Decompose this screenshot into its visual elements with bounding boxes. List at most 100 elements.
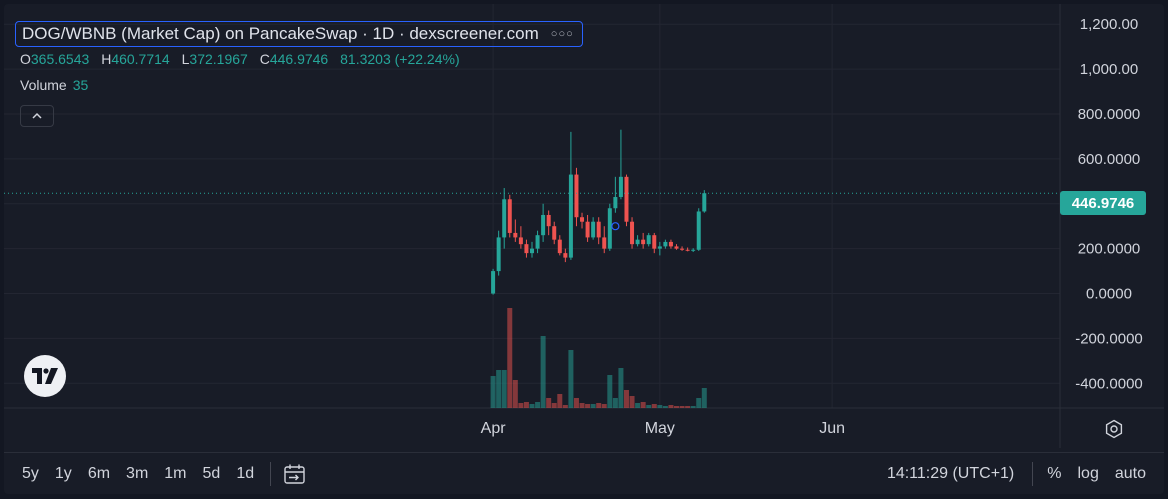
open-value: 365.6543	[30, 51, 90, 67]
range-3m-button[interactable]: 3m	[118, 465, 156, 483]
candle-body	[602, 237, 607, 249]
volume-bar	[568, 350, 574, 408]
volume-bar	[629, 396, 635, 408]
volume-bar	[635, 403, 641, 408]
volume-bar	[690, 406, 696, 408]
close-value: 446.9746	[269, 51, 329, 67]
volume-bar	[585, 404, 591, 408]
y-tick-label: 1,200.00	[1080, 16, 1138, 33]
price-chart[interactable]: 1,200.00 1,000.00 800.0000 600.0000 200.0000…	[4, 4, 1164, 494]
tradingview-logo-icon	[32, 368, 58, 384]
toolbar-divider	[1032, 462, 1034, 486]
candle-body	[696, 211, 701, 250]
high-key: H	[101, 51, 112, 67]
chart-settings-button[interactable]	[1102, 417, 1126, 441]
volume-bar	[662, 406, 668, 408]
volume-bar	[701, 388, 707, 408]
candle-body	[674, 246, 679, 249]
y-tick-label: -200.0000	[1075, 330, 1143, 347]
volume-bar	[523, 402, 529, 408]
volume-bar	[507, 308, 513, 408]
candle-body	[524, 244, 529, 254]
volume-bar	[501, 370, 507, 408]
symbol-title: DOG/WBNB (Market Cap) on PancakeSwap · 1…	[22, 24, 539, 43]
candle-body	[668, 241, 673, 247]
volume-bar	[540, 336, 546, 408]
volume-label: Volume	[20, 77, 67, 93]
candle-body	[502, 199, 507, 238]
candle-body	[685, 249, 690, 251]
volume-legend[interactable]: Volume 35	[20, 77, 88, 93]
candle-body	[491, 271, 496, 294]
volume-bar	[607, 375, 613, 408]
candle-body	[702, 193, 707, 212]
calendar-icon	[284, 464, 305, 484]
candle-body	[546, 214, 551, 227]
range-6m-button[interactable]: 6m	[80, 465, 118, 483]
range-1d-button[interactable]: 1d	[228, 465, 262, 483]
y-tick-label: 800.0000	[1078, 106, 1141, 123]
volume-bar	[573, 398, 579, 408]
clock-readout[interactable]: 14:11:29 (UTC+1)	[887, 465, 1014, 483]
candle-body	[680, 248, 685, 250]
candle-body	[591, 221, 596, 238]
volume-bar	[590, 404, 596, 408]
tradingview-logo[interactable]	[24, 355, 66, 397]
low-value: 372.1967	[189, 51, 248, 67]
volume-bar	[601, 404, 607, 408]
toolbar-right: 14:11:29 (UTC+1) % log auto	[887, 453, 1154, 494]
range-1y-button[interactable]: 1y	[47, 465, 80, 483]
chart-frame: 1,200.00 1,000.00 800.0000 600.0000 200.0000…	[4, 4, 1164, 494]
percent-scale-button[interactable]: %	[1039, 465, 1069, 483]
auto-scale-button[interactable]: auto	[1107, 465, 1154, 483]
volume-value: 35	[72, 77, 89, 93]
volume-bar	[696, 398, 702, 408]
change-value: 81.3203 (+22.24%)	[340, 51, 460, 67]
candle-body	[568, 174, 573, 258]
chevron-up-icon	[32, 112, 42, 119]
candle-body	[641, 239, 646, 245]
volume-bar	[512, 380, 518, 408]
more-options-icon[interactable]: ○○○	[551, 28, 574, 40]
volume-bar	[535, 402, 541, 408]
y-tick-label: 200.0000	[1078, 241, 1141, 258]
candle-body	[513, 232, 518, 238]
y-tick-label: 600.0000	[1078, 151, 1141, 168]
volume-bar	[640, 402, 646, 408]
volume-bar	[562, 405, 568, 408]
volume-bar	[518, 403, 524, 408]
volume-bar	[618, 368, 624, 408]
volume-bar	[668, 405, 674, 408]
open-key: O	[20, 51, 31, 67]
range-1m-button[interactable]: 1m	[156, 465, 194, 483]
volume-bar	[657, 405, 663, 408]
volume-bar	[596, 403, 602, 408]
symbol-legend[interactable]: DOG/WBNB (Market Cap) on PancakeSwap · 1…	[15, 21, 583, 47]
candle-body	[618, 176, 623, 198]
ohlc-readout: O365.6543 H460.7714 L372.1967 C446.9746 …	[20, 51, 468, 67]
candle-body	[557, 239, 562, 254]
go-to-date-button[interactable]	[277, 463, 313, 485]
candle-body	[541, 214, 546, 236]
gear-icon	[1105, 419, 1123, 439]
candle-body	[691, 249, 696, 251]
candle-body	[657, 246, 662, 249]
candle-body	[552, 226, 557, 240]
candle-body	[663, 241, 668, 247]
candle-body	[574, 174, 579, 218]
volume-bar	[612, 398, 618, 408]
current-price-label: 446.9746	[1060, 191, 1146, 215]
volume-bar	[623, 390, 629, 408]
volume-bar	[579, 403, 585, 408]
volume-bar	[674, 406, 680, 408]
candle-body	[646, 235, 651, 245]
collapse-legend-button[interactable]	[20, 105, 54, 127]
candle-body	[596, 221, 601, 238]
crosshair-marker	[611, 222, 620, 231]
log-scale-button[interactable]: log	[1070, 465, 1107, 483]
toolbar-divider	[270, 462, 272, 486]
volume-bar	[557, 394, 563, 408]
range-5d-button[interactable]: 5d	[195, 465, 229, 483]
range-5y-button[interactable]: 5y	[4, 465, 47, 483]
x-tick-label: May	[645, 420, 675, 437]
